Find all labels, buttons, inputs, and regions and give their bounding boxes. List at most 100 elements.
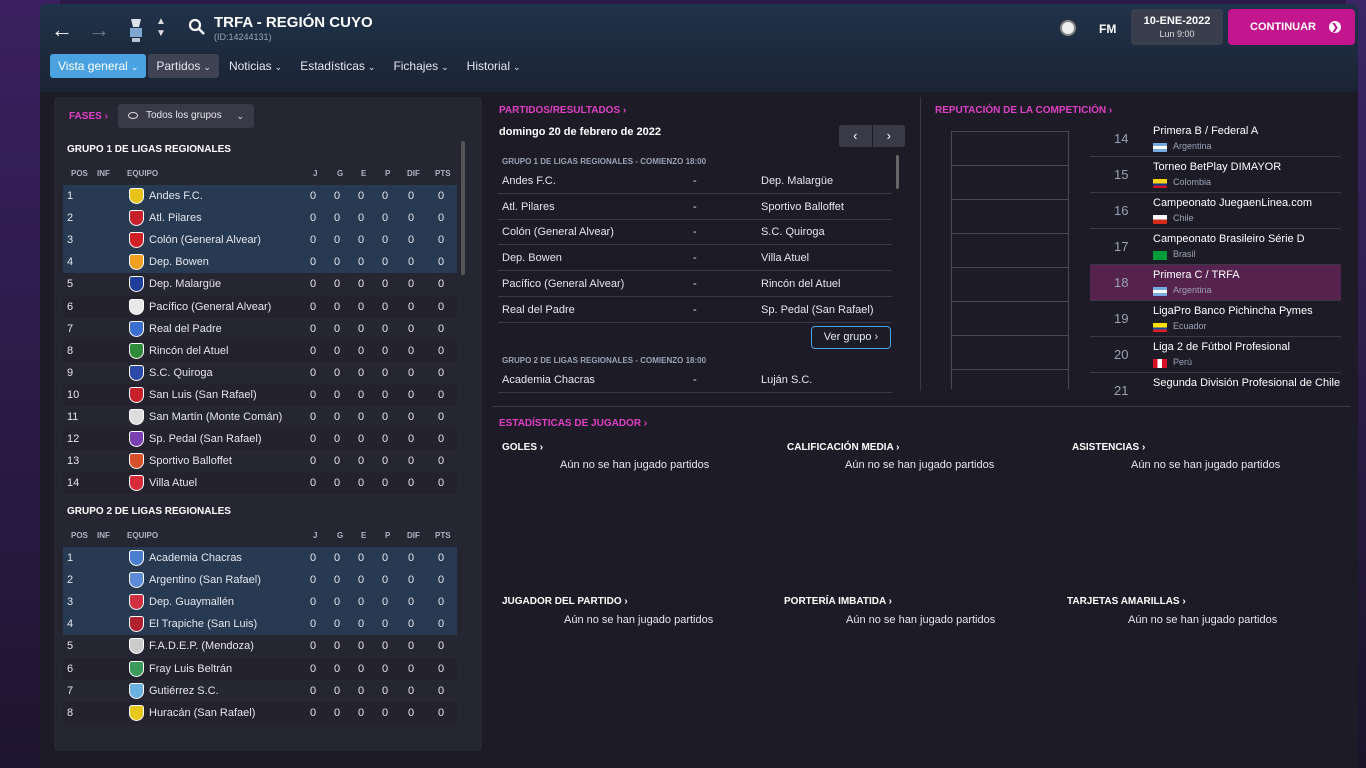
table-row[interactable]: 6 Pacífico (General Alvear) 0 0 0 0 0 0: [63, 295, 457, 318]
away-team[interactable]: Sp. Pedal (San Rafael): [761, 304, 874, 316]
player-stats-link[interactable]: ESTADÍSTICAS DE JUGADOR ›: [499, 418, 647, 429]
team-name[interactable]: Villa Atuel: [149, 477, 197, 489]
fases-link[interactable]: FASES ›: [69, 111, 108, 122]
team-name[interactable]: Pacífico (General Alvear): [149, 301, 271, 313]
table-row[interactable]: 1 Andes F.C. 0 0 0 0 0 0: [63, 185, 457, 207]
fixture-row[interactable]: Andes F.C. - Dep. Malargüe: [498, 169, 892, 194]
tab-vista-general[interactable]: Vista general ⌄: [50, 54, 147, 78]
yellow-cards-link[interactable]: TARJETAS AMARILLAS ›: [1067, 596, 1186, 607]
competition-switch-icon[interactable]: ▲ ▼: [156, 16, 166, 40]
table-row[interactable]: 12 Sp. Pedal (San Rafael) 0 0 0 0 0 0: [63, 428, 457, 451]
tab-noticias[interactable]: Noticias ⌄: [221, 54, 290, 78]
team-name[interactable]: Sp. Pedal (San Rafael): [149, 433, 262, 445]
competition-name[interactable]: Segunda División Profesional de Chile: [1153, 377, 1340, 389]
player-of-match-link[interactable]: JUGADOR DEL PARTIDO ›: [502, 596, 628, 607]
table-row[interactable]: 1 Academia Chacras 0 0 0 0 0 0: [63, 547, 457, 569]
view-group-button[interactable]: Ver grupo ›: [811, 326, 891, 349]
forward-arrow-icon[interactable]: →: [87, 18, 111, 42]
table-row[interactable]: 8 Rincón del Atuel 0 0 0 0 0 0: [63, 339, 457, 362]
reputation-link[interactable]: REPUTACIÓN DE LA COMPETICIÓN ›: [935, 105, 1112, 116]
team-name[interactable]: F.A.D.E.P. (Mendoza): [149, 640, 254, 652]
table-row[interactable]: 5 Dep. Malargüe 0 0 0 0 0 0: [63, 273, 457, 295]
competition-row[interactable]: 17 Campeonato Brasileiro Série D Brasil: [1090, 229, 1341, 265]
team-name[interactable]: Dep. Bowen: [149, 256, 209, 268]
assists-link[interactable]: ASISTENCIAS ›: [1072, 442, 1145, 453]
table-row[interactable]: 14 Villa Atuel 0 0 0 0 0 0: [63, 472, 457, 495]
tab-fichajes[interactable]: Fichajes ⌄: [385, 54, 456, 78]
home-team[interactable]: Andes F.C.: [502, 175, 556, 187]
next-date-button[interactable]: ›: [872, 125, 905, 147]
team-name[interactable]: Colón (General Alvear): [149, 234, 261, 246]
team-name[interactable]: Argentino (San Rafael): [149, 574, 261, 586]
avg-rating-link[interactable]: CALIFICACIÓN MEDIA ›: [787, 442, 899, 453]
back-arrow-icon[interactable]: ←: [50, 18, 74, 42]
table-row[interactable]: 9 S.C. Quiroga 0 0 0 0 0 0: [63, 362, 457, 384]
clean-sheets-link[interactable]: PORTERÍA IMBATIDA ›: [784, 596, 892, 607]
table-row[interactable]: 4 Dep. Bowen 0 0 0 0 0 0: [63, 251, 457, 274]
table-row[interactable]: 11 San Martín (Monte Comán) 0 0 0 0 0 0: [63, 406, 457, 428]
continue-button[interactable]: CONTINUAR ❯: [1228, 9, 1355, 45]
home-team[interactable]: Academia Chacras: [502, 374, 595, 386]
table-row[interactable]: 5 F.A.D.E.P. (Mendoza) 0 0 0 0 0 0: [63, 635, 457, 657]
tab-estadisticas[interactable]: Estadísticas ⌄: [292, 54, 383, 78]
team-name[interactable]: El Trapiche (San Luis): [149, 618, 257, 630]
away-team[interactable]: Sportivo Balloffet: [761, 201, 844, 213]
table-row[interactable]: 3 Dep. Guaymallén 0 0 0 0 0 0: [63, 591, 457, 614]
table-row[interactable]: 2 Atl. Pilares 0 0 0 0 0 0: [63, 207, 457, 230]
competition-row[interactable]: 21 Segunda División Profesional de Chile: [1090, 373, 1341, 397]
fixture-row[interactable]: Atl. Pilares - Sportivo Balloffet: [498, 195, 892, 220]
fixture-row[interactable]: Dep. Bowen - Villa Atuel: [498, 246, 892, 272]
matches-link[interactable]: PARTIDOS/RESULTADOS ›: [499, 105, 626, 116]
team-name[interactable]: San Luis (San Rafael): [149, 389, 257, 401]
competition-row[interactable]: 18 Primera C / TRFA Argentina: [1090, 265, 1341, 301]
competition-name[interactable]: Campeonato JuegaenLinea.com: [1153, 197, 1312, 209]
home-team[interactable]: Pacífico (General Alvear): [502, 278, 624, 290]
team-name[interactable]: Real del Padre: [149, 323, 222, 335]
away-team[interactable]: Dep. Malargüe: [761, 175, 833, 187]
table-row[interactable]: 10 San Luis (San Rafael) 0 0 0 0 0 0: [63, 383, 457, 406]
fixture-row[interactable]: Colón (General Alvear) - S.C. Quiroga: [498, 220, 892, 246]
team-name[interactable]: Academia Chacras: [149, 552, 242, 564]
fm-menu-button[interactable]: FM: [1099, 22, 1116, 36]
table-row[interactable]: 7 Gutiérrez S.C. 0 0 0 0 0 0: [63, 680, 457, 702]
team-name[interactable]: Huracán (San Rafael): [149, 707, 255, 719]
competition-name[interactable]: LigaPro Banco Pichincha Pymes: [1153, 305, 1313, 317]
fixture-row[interactable]: Pacífico (General Alvear) - Rincón del Atu…: [498, 272, 892, 297]
team-name[interactable]: Sportivo Balloffet: [149, 455, 232, 467]
standings-scrollbar[interactable]: [461, 141, 465, 275]
team-name[interactable]: Rincón del Atuel: [149, 345, 229, 357]
table-row[interactable]: 7 Real del Padre 0 0 0 0 0 0: [63, 318, 457, 340]
table-row[interactable]: 2 Argentino (San Rafael) 0 0 0 0 0 0: [63, 569, 457, 592]
team-name[interactable]: Gutiérrez S.C.: [149, 685, 219, 697]
competition-name[interactable]: Primera B / Federal A: [1153, 125, 1258, 137]
team-name[interactable]: San Martín (Monte Comán): [149, 411, 282, 423]
team-name[interactable]: Dep. Malargüe: [149, 278, 221, 290]
competition-name[interactable]: Primera C / TRFA: [1153, 269, 1240, 281]
table-row[interactable]: 4 El Trapiche (San Luis) 0 0 0 0 0 0: [63, 613, 457, 636]
table-row[interactable]: 8 Huracán (San Rafael) 0 0 0 0 0 0: [63, 701, 457, 724]
team-name[interactable]: S.C. Quiroga: [149, 367, 213, 379]
fixture-row[interactable]: Academia Chacras - Luján S.C.: [498, 368, 892, 393]
tab-historial[interactable]: Historial ⌄: [459, 54, 529, 78]
date-display[interactable]: 10-ENE-2022 Lun 9:00: [1131, 9, 1223, 45]
search-icon[interactable]: [188, 18, 206, 36]
home-team[interactable]: Atl. Pilares: [502, 201, 555, 213]
group-filter-dropdown[interactable]: Todos los grupos ⌄: [118, 104, 254, 128]
fixture-row[interactable]: Real del Padre - Sp. Pedal (San Rafael): [498, 298, 892, 323]
previous-date-button[interactable]: ‹: [839, 125, 872, 147]
table-row[interactable]: 6 Fray Luis Beltrán 0 0 0 0 0 0: [63, 657, 457, 680]
table-row[interactable]: 3 Colón (General Alvear) 0 0 0 0 0 0: [63, 229, 457, 252]
away-team[interactable]: Villa Atuel: [761, 252, 809, 264]
home-team[interactable]: Colón (General Alvear): [502, 226, 614, 238]
goals-link[interactable]: GOLES ›: [502, 442, 543, 453]
team-name[interactable]: Fray Luis Beltrán: [149, 663, 232, 675]
competition-row[interactable]: 19 LigaPro Banco Pichincha Pymes Ecuador: [1090, 301, 1341, 337]
team-name[interactable]: Dep. Guaymallén: [149, 596, 234, 608]
home-team[interactable]: Real del Padre: [502, 304, 575, 316]
away-team[interactable]: Rincón del Atuel: [761, 278, 841, 290]
away-team[interactable]: S.C. Quiroga: [761, 226, 825, 238]
competition-row[interactable]: 15 Torneo BetPlay DIMAYOR Colombia: [1090, 157, 1341, 193]
team-name[interactable]: Atl. Pilares: [149, 212, 202, 224]
away-team[interactable]: Luján S.C.: [761, 374, 812, 386]
competition-name[interactable]: Campeonato Brasileiro Série D: [1153, 233, 1305, 245]
